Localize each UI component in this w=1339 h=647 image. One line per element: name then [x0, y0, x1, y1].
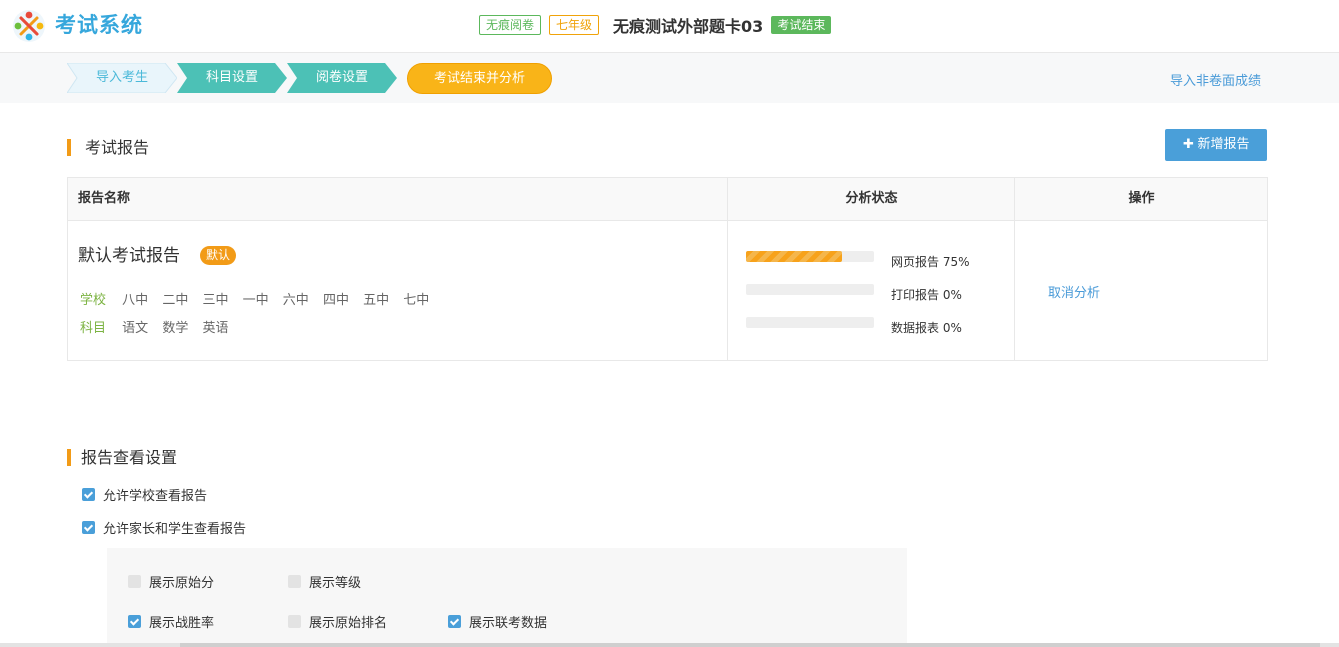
data-report-progress-label: 数据报表 0%: [891, 321, 962, 335]
step-label: 考试结束并分析: [433, 71, 525, 86]
column-divider: [1014, 220, 1015, 360]
allow-parent-student-view-option[interactable]: 允许家长和学生查看报告: [82, 518, 246, 537]
step-bar: 导入考生 科目设置 阅卷设置 考试结束并分析: [0, 53, 1339, 103]
column-header-status: 分析状态: [727, 178, 1015, 220]
step-label: 科目设置: [205, 70, 258, 85]
report-table: 报告名称 分析状态 操作 默认考试报告 默认 学校 八中 二中 三中 一中 六中…: [67, 177, 1268, 361]
subject-list: 科目 语文 数学 英语: [80, 317, 238, 336]
data-report-progress: [746, 317, 874, 328]
app-brand: 考试系统: [55, 13, 143, 37]
cancel-analysis-link[interactable]: 取消分析: [1048, 282, 1100, 301]
print-report-progress: [746, 284, 874, 295]
default-badge: 默认: [200, 246, 237, 265]
subject-item: 语文: [122, 321, 149, 336]
exam-status-badge: 考试结束: [771, 16, 832, 34]
school-item: 六中: [282, 293, 309, 308]
app-logo-icon: [13, 10, 45, 42]
report-name: 默认考试报告: [78, 246, 180, 266]
print-report-progress-label: 打印报告 0%: [891, 288, 962, 302]
school-item: 二中: [162, 293, 189, 308]
show-win-rate-option[interactable]: 展示战胜率: [128, 612, 214, 631]
add-report-button[interactable]: ✚ 新增报告: [1165, 129, 1267, 161]
checkbox-icon[interactable]: [128, 615, 141, 628]
mode-tag: 无痕阅卷: [479, 15, 542, 35]
allow-school-view-option[interactable]: 允许学校查看报告: [82, 485, 207, 504]
checkbox-icon[interactable]: [448, 615, 461, 628]
option-label: 展示联考数据: [469, 616, 548, 631]
step-import-students[interactable]: 导入考生: [67, 63, 177, 93]
show-raw-rank-option[interactable]: 展示原始排名: [288, 612, 387, 631]
subject-item: 英语: [202, 321, 229, 336]
option-label: 展示原始排名: [309, 616, 388, 631]
grade-tag: 七年级: [549, 15, 600, 35]
section-marker: [67, 449, 71, 466]
checkbox-icon[interactable]: [288, 615, 301, 628]
table-header: 报告名称 分析状态 操作: [68, 178, 1267, 221]
checkbox-icon[interactable]: [288, 575, 301, 588]
option-label: 展示战胜率: [149, 616, 215, 631]
option-label: 允许学校查看报告: [103, 489, 208, 504]
subject-key: 科目: [80, 321, 107, 336]
exam-info: 无痕阅卷 七年级 无痕测试外部题卡03 考试结束: [479, 14, 832, 36]
show-raw-score-option[interactable]: 展示原始分: [128, 572, 214, 591]
section-marker: [67, 139, 71, 156]
report-section-title: 考试报告: [67, 134, 149, 158]
checkbox-icon[interactable]: [82, 488, 95, 501]
school-item: 一中: [242, 293, 269, 308]
column-header-actions: 操作: [1014, 178, 1268, 220]
school-list: 学校 八中 二中 三中 一中 六中 四中 五中 七中: [80, 289, 439, 308]
display-settings-panel: [107, 548, 907, 647]
add-report-label: 新增报告: [1197, 137, 1250, 152]
show-joint-exam-data-option[interactable]: 展示联考数据: [448, 612, 547, 631]
view-settings-title: 报告查看设置: [67, 444, 177, 468]
import-non-paper-scores-link[interactable]: 导入非卷面成绩: [1170, 70, 1261, 89]
step-subject-settings[interactable]: 科目设置: [177, 63, 287, 93]
subject-item: 数学: [162, 321, 189, 336]
plus-icon: ✚: [1183, 137, 1194, 152]
progress-fill: [746, 251, 842, 262]
checkbox-icon[interactable]: [82, 521, 95, 534]
section-title-text: 报告查看设置: [81, 448, 178, 467]
step-finish-and-analyze[interactable]: 考试结束并分析: [407, 63, 552, 94]
school-item: 三中: [202, 293, 229, 308]
column-divider: [727, 220, 728, 360]
step-grading-settings[interactable]: 阅卷设置: [287, 63, 397, 93]
school-item: 五中: [363, 293, 390, 308]
option-label: 展示等级: [309, 576, 362, 591]
school-item: 八中: [122, 293, 149, 308]
scrollbar-thumb[interactable]: [180, 643, 1320, 647]
top-bar: 考试系统 无痕阅卷 七年级 无痕测试外部题卡03 考试结束: [0, 0, 1339, 53]
school-item: 七中: [403, 293, 430, 308]
web-report-progress-label: 网页报告 75%: [891, 255, 970, 269]
column-header-name: 报告名称: [78, 191, 131, 206]
option-label: 允许家长和学生查看报告: [103, 522, 247, 537]
option-label: 展示原始分: [149, 576, 215, 591]
exam-title: 无痕测试外部题卡03: [613, 17, 764, 36]
school-item: 四中: [322, 293, 349, 308]
web-report-progress: [746, 251, 874, 262]
school-key: 学校: [80, 293, 107, 308]
section-title-text: 考试报告: [85, 138, 150, 157]
step-label: 阅卷设置: [315, 70, 368, 85]
checkbox-icon[interactable]: [128, 575, 141, 588]
show-grade-level-option[interactable]: 展示等级: [288, 572, 361, 591]
step-label: 导入考生: [95, 70, 148, 85]
horizontal-scrollbar[interactable]: [0, 643, 1339, 647]
